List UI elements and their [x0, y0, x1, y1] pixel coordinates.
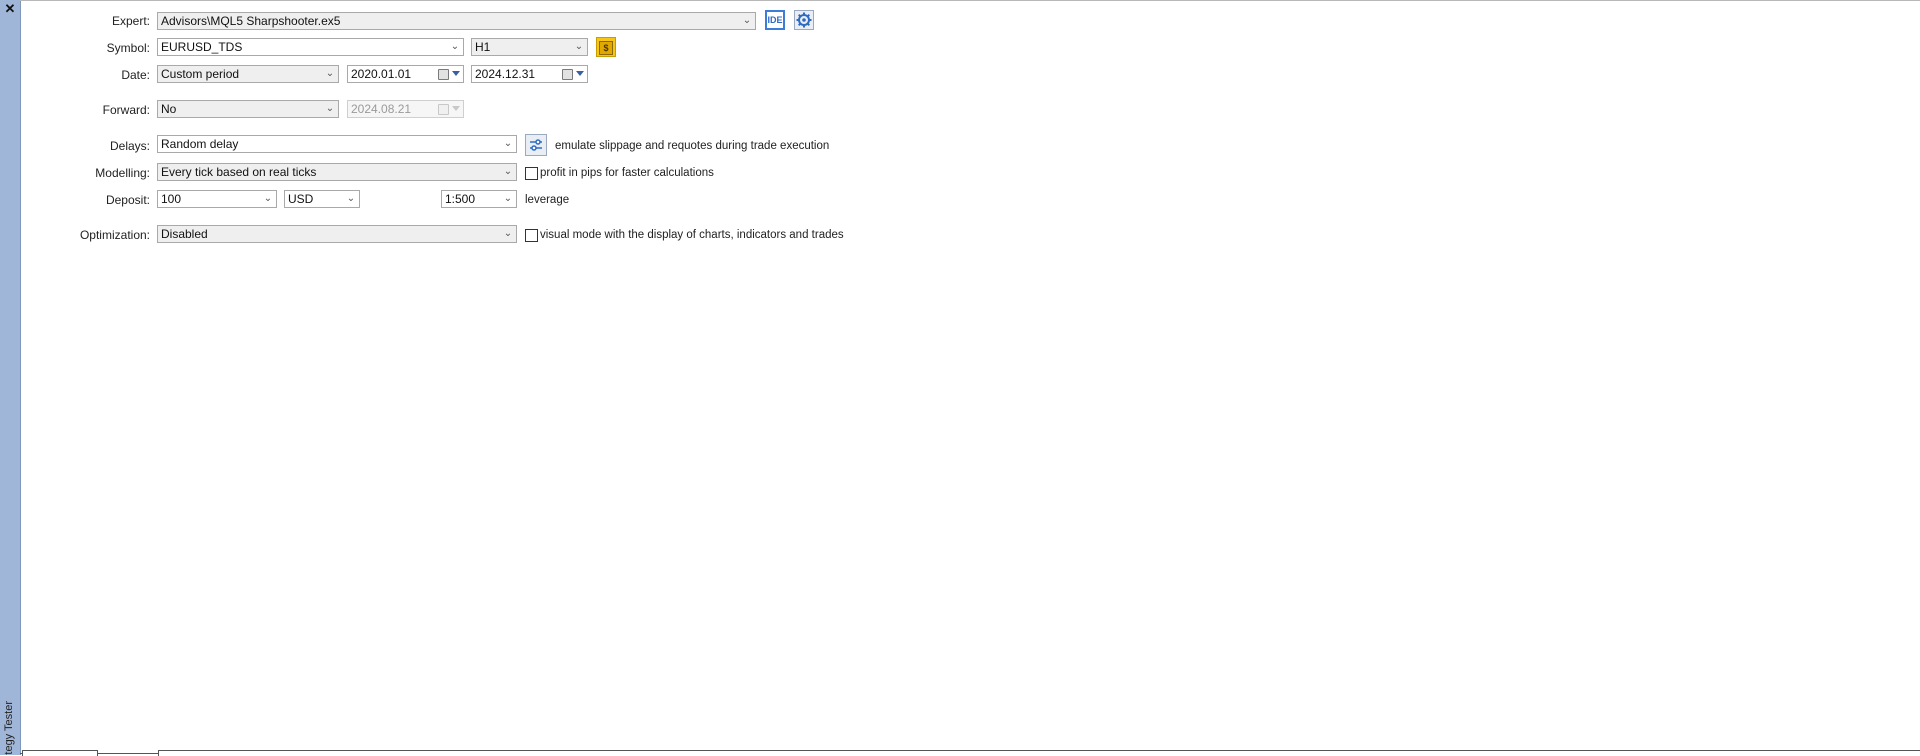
profit-in-pips-label: profit in pips for faster calculations — [540, 167, 714, 179]
forward-value: No — [161, 102, 177, 116]
delays-note: emulate slippage and requotes during tra… — [555, 140, 830, 152]
chevron-down-icon: ⌄ — [346, 193, 356, 204]
deposit-label: Deposit: — [105, 193, 150, 207]
currency-select[interactable]: USD ⌄ — [284, 190, 360, 208]
chevron-down-icon: ⌄ — [263, 193, 273, 204]
forward-date-picker: 2024.08.21 — [347, 100, 464, 118]
delays-label: Delays: — [109, 139, 150, 153]
top-divider — [20, 0, 1920, 1]
leverage-label: leverage — [525, 194, 570, 206]
calendar-icon — [438, 104, 449, 115]
optimization-label: Optimization: — [79, 228, 150, 242]
settings-button[interactable] — [794, 10, 814, 30]
chevron-down-icon: ⌄ — [325, 68, 335, 79]
ide-button[interactable]: IDE — [765, 10, 785, 30]
sliders-icon — [530, 139, 542, 151]
dollar-icon: $ — [599, 41, 613, 55]
optimization-select[interactable]: Disabled ⌄ — [157, 225, 517, 243]
modelling-select[interactable]: Every tick based on real ticks ⌄ — [157, 163, 517, 181]
date-from-value: 2020.01.01 — [351, 67, 412, 81]
symbol-properties-button[interactable]: $ — [596, 37, 616, 57]
delays-select[interactable]: Random delay ⌄ — [157, 135, 517, 153]
panel-title: tegy Tester — [2, 615, 18, 755]
date-to-value: 2024.12.31 — [475, 67, 536, 81]
profit-in-pips-checkbox[interactable] — [525, 167, 538, 180]
visual-mode-checkbox[interactable] — [525, 229, 538, 242]
visual-mode-label: visual mode with the display of charts, … — [540, 229, 844, 241]
calendar-icon[interactable] — [562, 69, 573, 80]
panel-title-text: tegy Tester — [3, 701, 15, 755]
chevron-down-icon — [452, 106, 460, 111]
delays-value: Random delay — [161, 137, 239, 151]
date-period-value: Custom period — [161, 67, 240, 81]
date-label: Date: — [121, 68, 150, 82]
leverage-value: 1:500 — [445, 192, 476, 206]
symbol-select[interactable]: EURUSD_TDS ⌄ — [157, 38, 464, 56]
symbol-label: Symbol: — [106, 41, 150, 55]
date-period-select[interactable]: Custom period ⌄ — [157, 65, 339, 83]
forward-label: Forward: — [102, 103, 150, 117]
modelling-value: Every tick based on real ticks — [161, 165, 317, 179]
chevron-down-icon: ⌄ — [503, 138, 513, 149]
chevron-down-icon[interactable] — [576, 71, 584, 76]
forward-date-value: 2024.08.21 — [351, 102, 412, 116]
chevron-down-icon: ⌄ — [503, 193, 513, 204]
timeframe-value: H1 — [475, 40, 491, 54]
calendar-icon[interactable] — [438, 69, 449, 80]
leverage-select[interactable]: 1:500 ⌄ — [441, 190, 517, 208]
expert-value: Advisors\MQL5 Sharpshooter.ex5 — [161, 14, 341, 28]
expert-label: Expert: — [111, 14, 150, 28]
chevron-down-icon[interactable] — [452, 71, 460, 76]
bottom-tab-area — [158, 750, 1920, 756]
chevron-down-icon: ⌄ — [450, 41, 460, 52]
forward-select[interactable]: No ⌄ — [157, 100, 339, 118]
chevron-down-icon: ⌄ — [503, 166, 513, 177]
gear-icon — [796, 12, 812, 28]
expert-select[interactable]: Advisors\MQL5 Sharpshooter.ex5 ⌄ — [157, 12, 756, 30]
bottom-tab[interactable] — [22, 750, 98, 756]
modelling-label: Modelling: — [95, 166, 150, 180]
timeframe-select[interactable]: H1 ⌄ — [471, 38, 588, 56]
deposit-amount-value: 100 — [161, 192, 182, 206]
deposit-amount-select[interactable]: 100 ⌄ — [157, 190, 277, 208]
chevron-down-icon: ⌄ — [503, 228, 513, 239]
symbol-value: EURUSD_TDS — [161, 40, 243, 54]
date-to-picker[interactable]: 2024.12.31 — [471, 65, 588, 83]
optimization-value: Disabled — [161, 227, 208, 241]
delays-settings-button[interactable] — [525, 134, 547, 156]
chevron-down-icon: ⌄ — [742, 15, 752, 26]
chevron-down-icon: ⌄ — [325, 103, 335, 114]
chevron-down-icon: ⌄ — [574, 41, 584, 52]
currency-value: USD — [288, 192, 314, 206]
date-from-picker[interactable]: 2020.01.01 — [347, 65, 464, 83]
